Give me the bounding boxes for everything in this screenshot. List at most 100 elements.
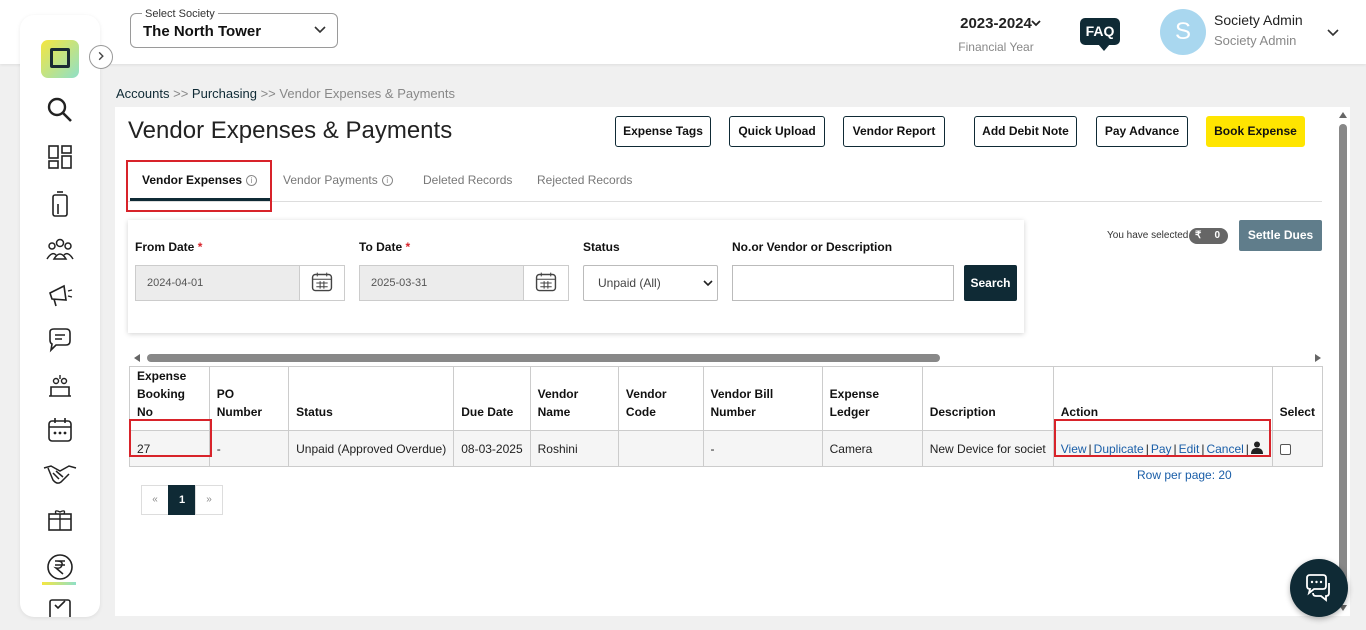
app-logo[interactable] — [41, 40, 79, 78]
selected-amount-badge: ₹ 0 — [1189, 228, 1228, 244]
horizontal-scrollbar[interactable] — [129, 350, 1323, 366]
sidebar-active-indicator — [42, 582, 76, 585]
column-header[interactable]: Expense Ledger — [821, 366, 923, 431]
rows-per-page[interactable]: Row per page: 20 — [1137, 468, 1232, 482]
status-select-value: Unpaid (All) — [598, 276, 661, 290]
breadcrumb-separator: >> — [173, 86, 189, 101]
handshake-icon[interactable] — [43, 460, 77, 488]
chevron-down-icon — [703, 280, 713, 287]
search-button[interactable]: Search — [964, 265, 1017, 301]
announcement-icon[interactable] — [46, 281, 74, 309]
column-header[interactable]: Status — [288, 366, 455, 431]
scroll-up-arrow[interactable] — [1339, 112, 1347, 118]
calendar-icon[interactable] — [46, 416, 74, 444]
vendor-report-button[interactable]: Vendor Report — [843, 116, 945, 147]
selected-amount-label: You have selected — [1107, 230, 1189, 241]
faq-button[interactable]: FAQ — [1080, 18, 1120, 51]
selected-amount-value: 0 — [1214, 230, 1220, 241]
sidebar — [20, 15, 100, 617]
search-field-label: No.or Vendor or Description — [732, 240, 893, 254]
breadcrumb-current: Vendor Expenses & Payments — [279, 86, 456, 101]
from-date-calendar-button[interactable] — [299, 265, 345, 301]
scroll-right-arrow[interactable] — [1315, 354, 1321, 362]
status-select[interactable]: Unpaid (All) — [583, 265, 718, 301]
pagination-page[interactable]: 1 — [168, 485, 196, 515]
members-icon[interactable] — [46, 235, 74, 263]
highlight-box — [126, 160, 272, 212]
column-header[interactable]: Vendor Name — [529, 366, 619, 431]
highlight-box — [129, 419, 212, 457]
society-select-label: Select Society — [142, 8, 218, 20]
cell-vendor-bill-number: - — [702, 430, 823, 467]
expense-tags-button[interactable]: Expense Tags — [615, 116, 711, 147]
pagination-prev[interactable]: « — [141, 485, 169, 515]
cell-description: New Device for societ — [921, 430, 1054, 467]
column-header[interactable]: PO Number — [208, 366, 290, 431]
tab-vendor-payments[interactable]: Vendor Payments i — [283, 173, 393, 187]
highlight-box — [1054, 419, 1271, 457]
column-header[interactable]: Due Date — [453, 366, 531, 431]
chat-icon[interactable] — [46, 326, 74, 354]
scrollbar-thumb[interactable] — [1339, 124, 1347, 594]
chevron-right-icon — [98, 51, 104, 61]
pagination: « 1 » — [141, 485, 223, 515]
search-input[interactable] — [732, 265, 954, 301]
cell-po-number: - — [208, 430, 290, 467]
rupee-symbol: ₹ — [1195, 230, 1202, 241]
row-select-checkbox[interactable] — [1279, 443, 1291, 455]
tab-deleted-records[interactable]: Deleted Records — [423, 173, 512, 187]
cell-vendor-code — [617, 430, 704, 467]
main-content: Vendor Expenses & Payments Expense Tags … — [115, 107, 1336, 616]
financial-year-selector[interactable]: 2023-2024 Financial Year — [950, 15, 1042, 54]
chevron-down-icon[interactable] — [1326, 25, 1340, 39]
pay-advance-button[interactable]: Pay Advance — [1096, 116, 1188, 147]
chat-icon — [1306, 574, 1330, 602]
info-icon: i — [381, 175, 393, 187]
tab-label: Vendor Payments — [283, 173, 378, 187]
dashboard-icon[interactable] — [46, 143, 74, 171]
checklist-icon[interactable] — [46, 597, 74, 617]
column-header: Select — [1271, 366, 1324, 431]
tab-rejected-records[interactable]: Rejected Records — [537, 173, 632, 187]
to-date-calendar-button[interactable] — [523, 265, 569, 301]
column-header[interactable]: Vendor Code — [617, 366, 704, 431]
sidebar-collapse-button[interactable] — [89, 45, 113, 69]
scrollbar-thumb[interactable] — [147, 354, 940, 362]
cell-expense-ledger: Camera — [821, 430, 923, 467]
breadcrumb-purchasing[interactable]: Purchasing — [192, 86, 257, 101]
rupee-icon[interactable] — [46, 553, 74, 581]
scroll-left-arrow[interactable] — [134, 354, 140, 362]
filter-panel: From Date * 2024-04-01 To Date * 2025-03… — [128, 220, 1024, 333]
add-debit-note-button[interactable]: Add Debit Note — [974, 116, 1077, 147]
building-icon[interactable] — [46, 190, 74, 218]
calendar-icon — [311, 272, 333, 292]
cell-select — [1271, 430, 1324, 467]
column-header[interactable]: Description — [921, 366, 1054, 431]
page-title: Vendor Expenses & Payments — [128, 117, 453, 144]
to-date-input[interactable]: 2025-03-31 — [359, 265, 525, 301]
chat-support-button[interactable] — [1290, 559, 1348, 617]
cell-due-date: 08-03-2025 — [453, 430, 531, 467]
user-menu[interactable]: Society Admin Society Admin — [1214, 12, 1303, 48]
pagination-next[interactable]: » — [195, 485, 223, 515]
to-date-label: To Date * — [359, 240, 411, 254]
society-select[interactable]: Select Society The North Tower — [130, 8, 338, 48]
avatar[interactable]: S — [1160, 9, 1206, 55]
society-select-value: The North Tower — [143, 23, 262, 40]
financial-year-value: 2023-2024 — [960, 15, 1032, 32]
breadcrumb-separator: >> — [260, 86, 276, 101]
quick-upload-button[interactable]: Quick Upload — [729, 116, 825, 147]
facility-icon[interactable] — [46, 372, 74, 400]
calendar-icon — [535, 272, 557, 292]
vertical-scrollbar[interactable] — [1336, 107, 1350, 616]
breadcrumb-accounts[interactable]: Accounts — [116, 86, 169, 101]
breadcrumb: Accounts >> Purchasing >> Vendor Expense… — [116, 86, 455, 101]
column-header[interactable]: Vendor Bill Number — [702, 366, 823, 431]
book-expense-button[interactable]: Book Expense — [1206, 116, 1305, 147]
cell-vendor-name: Roshini — [529, 430, 619, 467]
settle-dues-button[interactable]: Settle Dues — [1239, 220, 1322, 251]
inventory-icon[interactable] — [46, 506, 74, 534]
financial-year-label: Financial Year — [958, 40, 1034, 54]
search-icon[interactable] — [46, 96, 74, 124]
from-date-input[interactable]: 2024-04-01 — [135, 265, 301, 301]
